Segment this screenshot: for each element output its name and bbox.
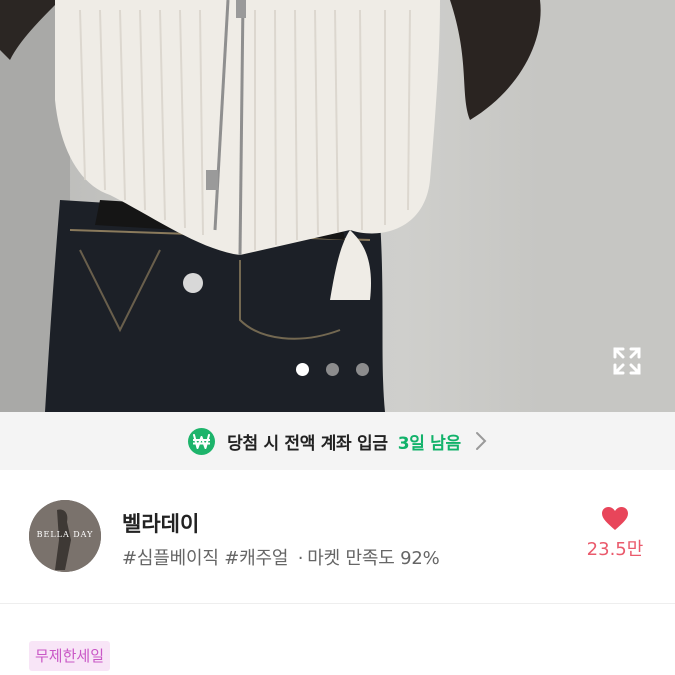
days-left: 3일 남음 — [397, 433, 461, 454]
lottery-banner[interactable]: 당첨 시 전액 계좌 입금 3일 남음 — [0, 412, 675, 470]
like-button[interactable]: 23.5만 — [580, 506, 650, 561]
carousel-dot[interactable] — [326, 363, 339, 376]
market-satisfaction: 마켓 만족도 92% — [307, 548, 440, 569]
tag-casual[interactable]: #캐주얼 — [224, 548, 288, 569]
shop-tags: #심플베이직 #캐주얼 · 마켓 만족도 92% — [122, 544, 440, 570]
divider — [0, 603, 675, 604]
won-icon — [188, 427, 216, 455]
expand-icon — [613, 347, 641, 375]
product-photo-illustration — [0, 0, 675, 412]
tag-simple-basic[interactable]: #심플베이직 — [122, 548, 219, 569]
heart-icon — [602, 507, 628, 530]
shop-avatar[interactable]: BELLA DAY — [29, 500, 101, 572]
shop-name[interactable]: 벨라데이 — [122, 508, 199, 538]
sale-badge: 무제한세일 — [29, 641, 111, 671]
carousel-dot[interactable] — [356, 363, 369, 376]
chevron-right-icon — [475, 431, 487, 451]
carousel-dot-active[interactable] — [296, 363, 309, 376]
avatar-logo-text: BELLA DAY — [36, 530, 94, 539]
tag-separator: · — [297, 548, 304, 569]
product-image[interactable] — [0, 0, 675, 412]
banner-text: 당첨 시 전액 계좌 입금 — [227, 433, 388, 454]
carousel-indicator — [296, 363, 369, 376]
like-count: 23.5만 — [586, 539, 644, 560]
shop-info: BELLA DAY 벨라데이 #심플베이직 #캐주얼 · 마켓 만족도 92% 2… — [0, 470, 675, 603]
expand-button[interactable] — [609, 343, 645, 379]
